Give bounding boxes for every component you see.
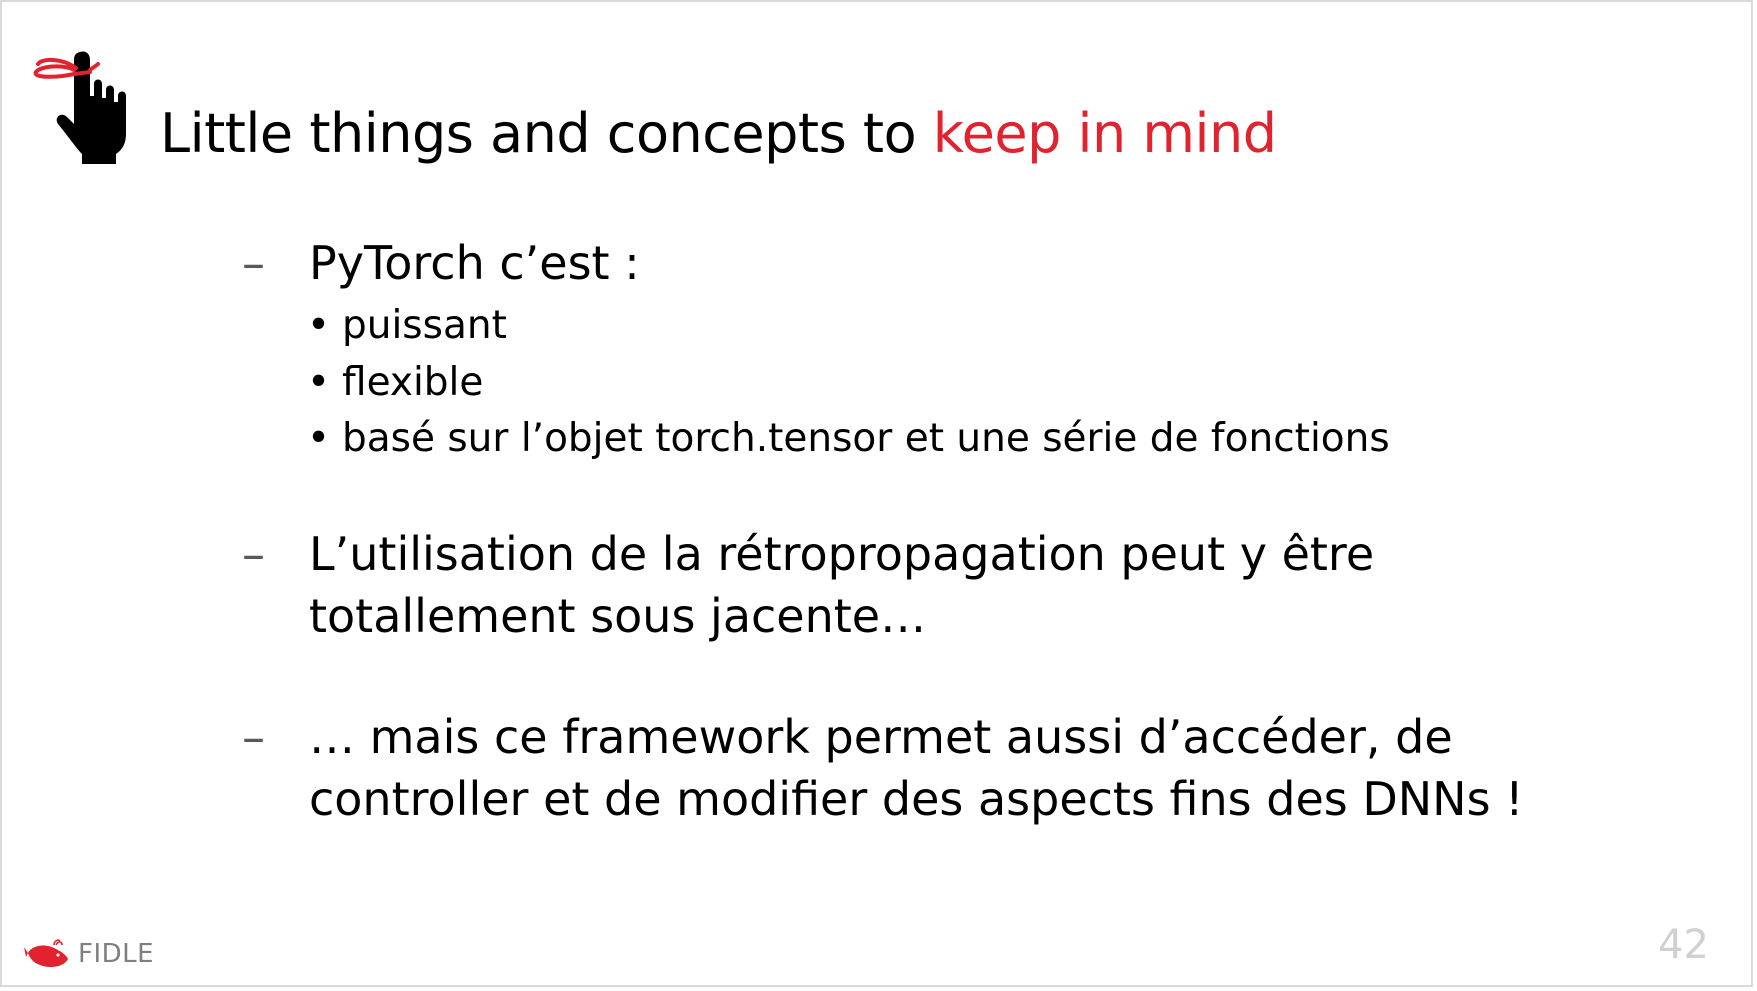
title-main: Little things and concepts to xyxy=(160,102,933,165)
item-text: PyTorch c’est : xyxy=(309,236,640,290)
sublist-item-text: flexible xyxy=(342,359,484,405)
item-text: … mais ce framework permet aussi d’accéd… xyxy=(309,706,1524,830)
item-line: controller et de modifier des aspects fi… xyxy=(309,772,1524,826)
sublist-item-text: basé sur l’objet torch.tensor et une sér… xyxy=(342,416,1390,461)
item-text: L’utilisation de la rétropropagation peu… xyxy=(309,523,1374,647)
dash-marker: – xyxy=(242,710,265,764)
sublist-item: • puissant xyxy=(307,298,1390,355)
whale-logo-icon xyxy=(24,939,68,967)
page-number: 42 xyxy=(1658,922,1709,968)
footer-logo: FIDLE xyxy=(24,937,154,971)
footer-brand: FIDLE xyxy=(78,939,155,969)
title-accent: keep in mind xyxy=(932,102,1277,165)
bullet-marker: • xyxy=(307,359,331,405)
slide: Little things and concepts to keep in mi… xyxy=(0,0,1753,987)
item-line: totallement sous jacente… xyxy=(309,589,927,643)
sublist: • puissant • flexible • basé sur l’objet… xyxy=(307,298,1390,468)
sublist-item-text: puissant xyxy=(342,303,507,348)
dash-marker: – xyxy=(242,236,265,290)
dash-marker: – xyxy=(242,527,265,581)
bullet-marker: • xyxy=(307,303,331,348)
slide-title: Little things and concepts to keep in mi… xyxy=(160,102,1277,165)
item-line: L’utilisation de la rétropropagation peu… xyxy=(309,527,1375,581)
bullet-marker: • xyxy=(307,416,331,461)
sublist-item: • flexible xyxy=(307,355,1390,412)
hand-with-string-icon xyxy=(33,51,126,165)
item-line: … mais ce framework permet aussi d’accéd… xyxy=(309,710,1453,764)
sublist-item: • basé sur l’objet torch.tensor et une s… xyxy=(307,411,1390,468)
